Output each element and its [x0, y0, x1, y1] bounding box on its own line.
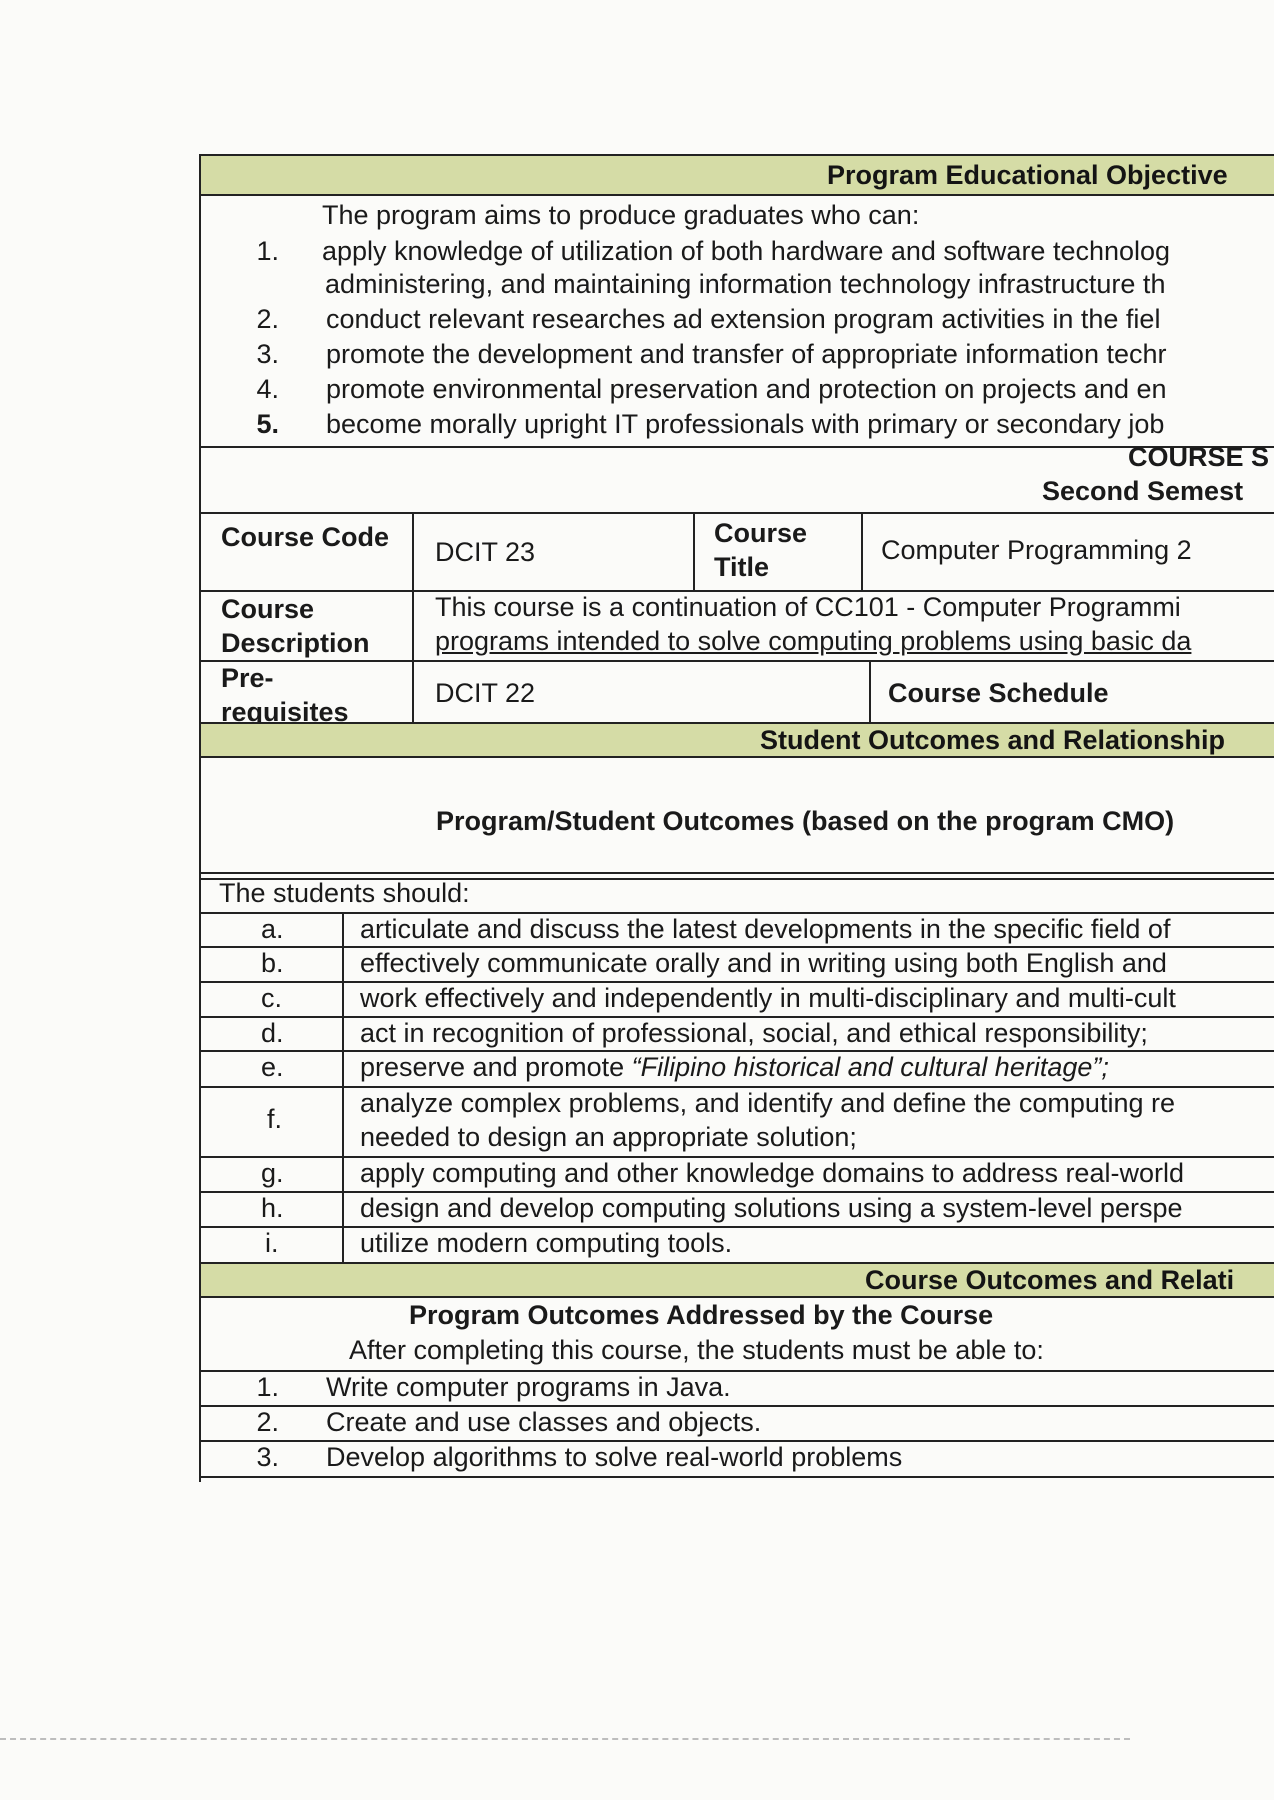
outcome-g-text: apply computing and other knowledge doma… [360, 1158, 1184, 1188]
outcome-c-text: work effectively and independently in mu… [360, 983, 1176, 1013]
outcome-h-letter: h. [261, 1193, 284, 1223]
student-outcomes-band-title: Student Outcomes and Relationship [760, 725, 1226, 755]
course-outcome-3-number: 3. [256, 1442, 279, 1472]
course-header-semester: Second Semest [1042, 476, 1244, 506]
table-left-border [199, 154, 201, 1482]
course-outcome-1-number: 1. [256, 1372, 279, 1402]
peo-item-5-number: 5. [256, 409, 279, 439]
page-edge-line [0, 1738, 1130, 1740]
syllabus-sheet: Program Educational Objective The progra… [199, 154, 1274, 1482]
divider [199, 446, 1274, 448]
outcome-f-line1: analyze complex problems, and identify a… [360, 1088, 1175, 1118]
outcome-a-text: articulate and discuss the latest develo… [360, 914, 1171, 944]
outcome-g-letter: g. [261, 1158, 284, 1188]
column-divider [869, 660, 871, 722]
course-outcome-2-text: Create and use classes and objects. [326, 1407, 762, 1437]
outcome-f-letter: f. [267, 1104, 283, 1134]
divider [199, 872, 1274, 874]
course-outcomes-band: Course Outcomes and Relati [199, 1262, 1274, 1298]
course-description-label: Course Description [221, 594, 370, 658]
course-outcome-3-text: Develop algorithms to solve real-world p… [326, 1442, 903, 1472]
outcome-b-text: effectively communicate orally and in wr… [360, 948, 1167, 978]
column-divider [412, 512, 414, 722]
course-code-label: Course Code [221, 522, 390, 552]
outcome-c-letter: c. [261, 983, 283, 1013]
peo-band: Program Educational Objective [199, 154, 1274, 196]
outcome-a-letter: a. [261, 914, 284, 944]
outcome-e-text: preserve and promote “Filipino historica… [360, 1052, 1109, 1083]
prerequisites-value: DCIT 22 [435, 678, 536, 708]
peo-item-1-line1: apply knowledge of utilization of both h… [322, 236, 1171, 266]
peo-item-1-number: 1. [256, 236, 279, 266]
student-outcomes-heading: Program/Student Outcomes (based on the p… [436, 806, 1175, 836]
course-outcome-1-text: Write computer programs in Java. [326, 1372, 731, 1402]
course-outcomes-heading: Program Outcomes Addressed by the Course [409, 1300, 994, 1330]
outcome-b-letter: b. [261, 948, 284, 978]
outcome-e-text-plain: preserve and promote [360, 1052, 632, 1082]
student-outcomes-band: Student Outcomes and Relationship [199, 722, 1274, 758]
outcome-e-letter: e. [261, 1052, 284, 1082]
divider [199, 512, 1274, 514]
outcome-f-line2: needed to design an appropriate solution… [360, 1122, 857, 1152]
outcome-h-text: design and develop computing solutions u… [360, 1193, 1183, 1223]
course-title-label: Course Title [714, 518, 808, 582]
prerequisites-label: Pre-requisites [221, 663, 349, 727]
peo-item-4-number: 4. [256, 374, 279, 404]
course-title-value: Computer Programming 2 [881, 535, 1192, 565]
column-divider [342, 912, 344, 1262]
peo-item-3-text: promote the development and transfer of … [326, 339, 1167, 369]
student-outcomes-intro: The students should: [219, 878, 470, 908]
column-divider [861, 512, 863, 590]
outcome-d-text: act in recognition of professional, soci… [360, 1018, 1148, 1048]
course-outcomes-intro: After completing this course, the studen… [349, 1335, 1044, 1365]
peo-item-4-text: promote environmental preservation and p… [326, 374, 1167, 404]
outcome-i-text: utilize modern computing tools. [360, 1228, 733, 1258]
column-divider [693, 512, 695, 590]
peo-item-5-text: become morally upright IT professionals … [326, 409, 1165, 439]
course-header-title: COURSE S [1128, 442, 1270, 472]
peo-intro: The program aims to produce graduates wh… [322, 200, 920, 230]
course-outcome-2-number: 2. [256, 1407, 279, 1437]
outcome-i-letter: i. [265, 1228, 279, 1258]
peo-band-title: Program Educational Objective [827, 160, 1228, 190]
peo-item-3-number: 3. [256, 339, 279, 369]
peo-item-1-line2: administering, and maintaining informati… [325, 269, 1166, 299]
divider [199, 1476, 1274, 1478]
course-schedule-label: Course Schedule [888, 678, 1109, 708]
outcome-e-text-italic: “Filipino historical and cultural herita… [631, 1052, 1109, 1082]
course-outcomes-band-title: Course Outcomes and Relati [865, 1265, 1235, 1295]
peo-item-2-number: 2. [256, 304, 279, 334]
course-description-line2: programs intended to solve computing pro… [435, 626, 1192, 656]
outcome-d-letter: d. [261, 1018, 284, 1048]
course-code-value: DCIT 23 [435, 537, 536, 567]
peo-item-2-text: conduct relevant researches ad extension… [326, 304, 1161, 334]
course-description-line1: This course is a continuation of CC101 -… [435, 592, 1181, 622]
